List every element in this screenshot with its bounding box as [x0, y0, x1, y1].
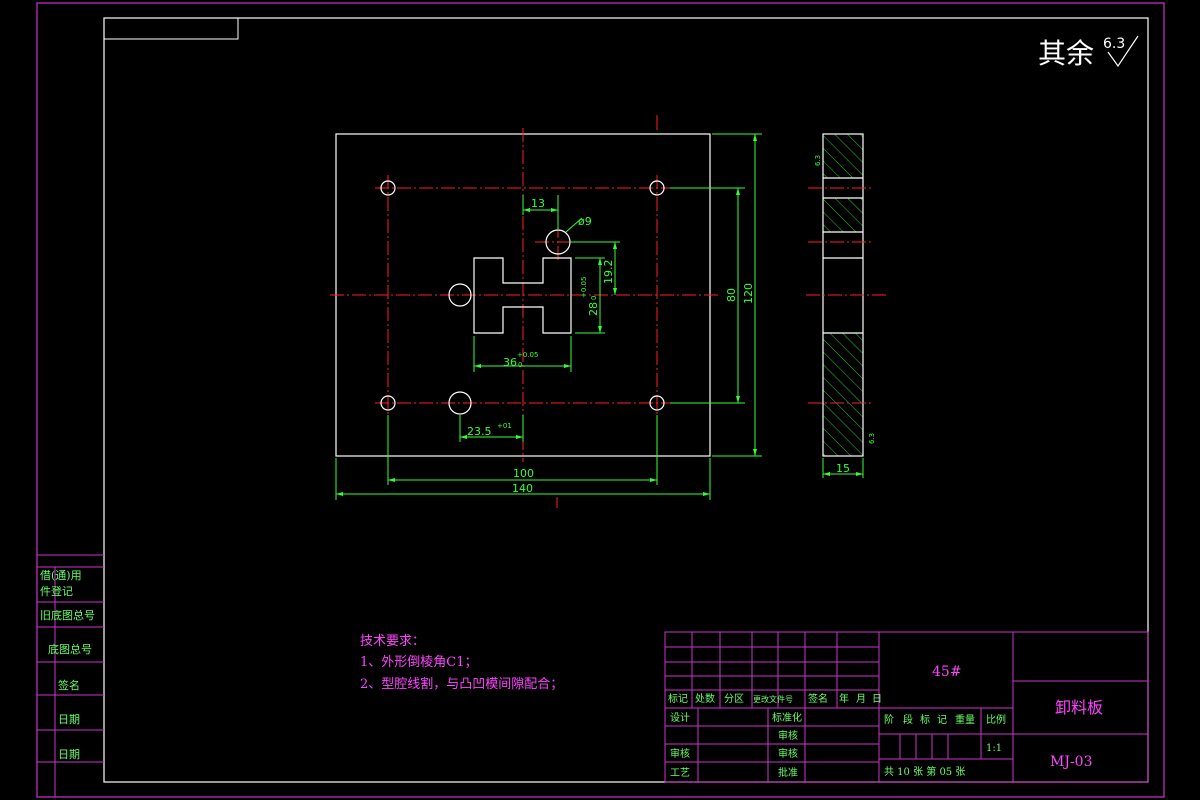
- label-design: 设计: [670, 711, 690, 724]
- roughness-value: 6.3: [1103, 36, 1125, 52]
- dim-80: 80: [725, 288, 738, 302]
- stage-3: 标: [920, 714, 930, 726]
- label-approve: 批准: [778, 766, 798, 779]
- dim-36-tol2: 0: [518, 361, 522, 369]
- part-name: 卸料板: [1055, 698, 1103, 717]
- dim-28-tol: +0.05: [580, 277, 588, 298]
- roughness-prefix: 其余: [1038, 37, 1094, 70]
- hatch-section-3: [823, 333, 863, 456]
- side-label-6: 日期: [58, 713, 80, 726]
- hdr-day: 日: [872, 694, 882, 705]
- side-label-2: 件登记: [40, 584, 73, 598]
- label-review: 审核: [778, 747, 798, 760]
- sheets: 共 10 张 第 05 张: [884, 765, 965, 778]
- label-check: 审核: [670, 747, 690, 760]
- inner-frame: [103, 17, 1149, 783]
- hdr-sign: 签名: [808, 692, 828, 705]
- dim-hole-dia: ø9: [578, 215, 592, 228]
- hdr-year: 年: [839, 692, 849, 705]
- dim-28-tol2: 0: [590, 296, 598, 300]
- side-label-7: 日期: [58, 748, 80, 761]
- label-proofread: 审核: [778, 729, 798, 742]
- hdr-count: 处数: [695, 692, 715, 705]
- side-label-3: 旧底图总号: [40, 608, 95, 622]
- cad-drawing: 其余 6.3 13 ø9 19.2 28 +0.05 0 36 +0.05 0 …: [36, 2, 1165, 798]
- corner-box: [103, 17, 239, 40]
- tech-item-1: 1、外形倒棱角C1；: [360, 654, 478, 670]
- dim-15: 15: [836, 462, 850, 475]
- dim-19-2: 19.2: [602, 260, 615, 285]
- dim-23-5: 23.5: [467, 425, 492, 438]
- stage-scale: 比例: [986, 713, 1006, 726]
- rough-mark-bottom: 6.3: [868, 433, 876, 444]
- stage-weight: 重量: [955, 713, 975, 726]
- dim-28: 28: [587, 302, 600, 316]
- drawing-no: MJ-03: [1050, 754, 1093, 770]
- tech-item-2: 2、型腔线割，与凸凹模间隙配合；: [360, 676, 563, 692]
- dim-36-tol: +0.05: [517, 351, 538, 359]
- dim-36: 36: [503, 356, 517, 369]
- hdr-doc: 更改文件号: [753, 694, 793, 704]
- front-view: 13 ø9 19.2 28 +0.05 0 36 +0.05 0 23.5 +0…: [330, 115, 762, 508]
- tech-requirements: 技术要求： 1、外形倒棱角C1； 2、型腔线割，与凸凹模间隙配合；: [360, 634, 563, 692]
- side-label-4: 底图总号: [48, 642, 92, 656]
- hatch-section-1: [823, 134, 863, 178]
- stage-4: 记: [937, 714, 947, 726]
- hdr-month: 月: [856, 693, 866, 705]
- side-label-1: 借(通)用: [40, 569, 82, 582]
- dim-120: 120: [742, 283, 755, 304]
- hatch-section-2: [823, 198, 863, 232]
- tech-heading: 技术要求：: [360, 634, 425, 649]
- label-standardization: 标准化: [772, 711, 802, 724]
- dim-100: 100: [513, 467, 534, 480]
- rough-mark-top: 6.3: [814, 155, 822, 166]
- outer-frame: [36, 2, 1165, 798]
- side-view: 15 6.3 6.3: [806, 133, 888, 478]
- stage-1: 阶: [884, 713, 894, 726]
- stage-2: 段: [903, 713, 913, 726]
- hdr-zone: 分区: [724, 693, 744, 705]
- dim-23-5-tol: +01: [497, 422, 512, 430]
- hdr-mark: 标记: [668, 693, 688, 705]
- material: 45#: [932, 664, 962, 680]
- label-craft: 工艺: [670, 767, 690, 779]
- scale-value: 1:1: [986, 743, 1002, 754]
- dim-140: 140: [512, 482, 533, 495]
- side-label-5: 签名: [58, 678, 80, 692]
- dim-13: 13: [531, 197, 545, 210]
